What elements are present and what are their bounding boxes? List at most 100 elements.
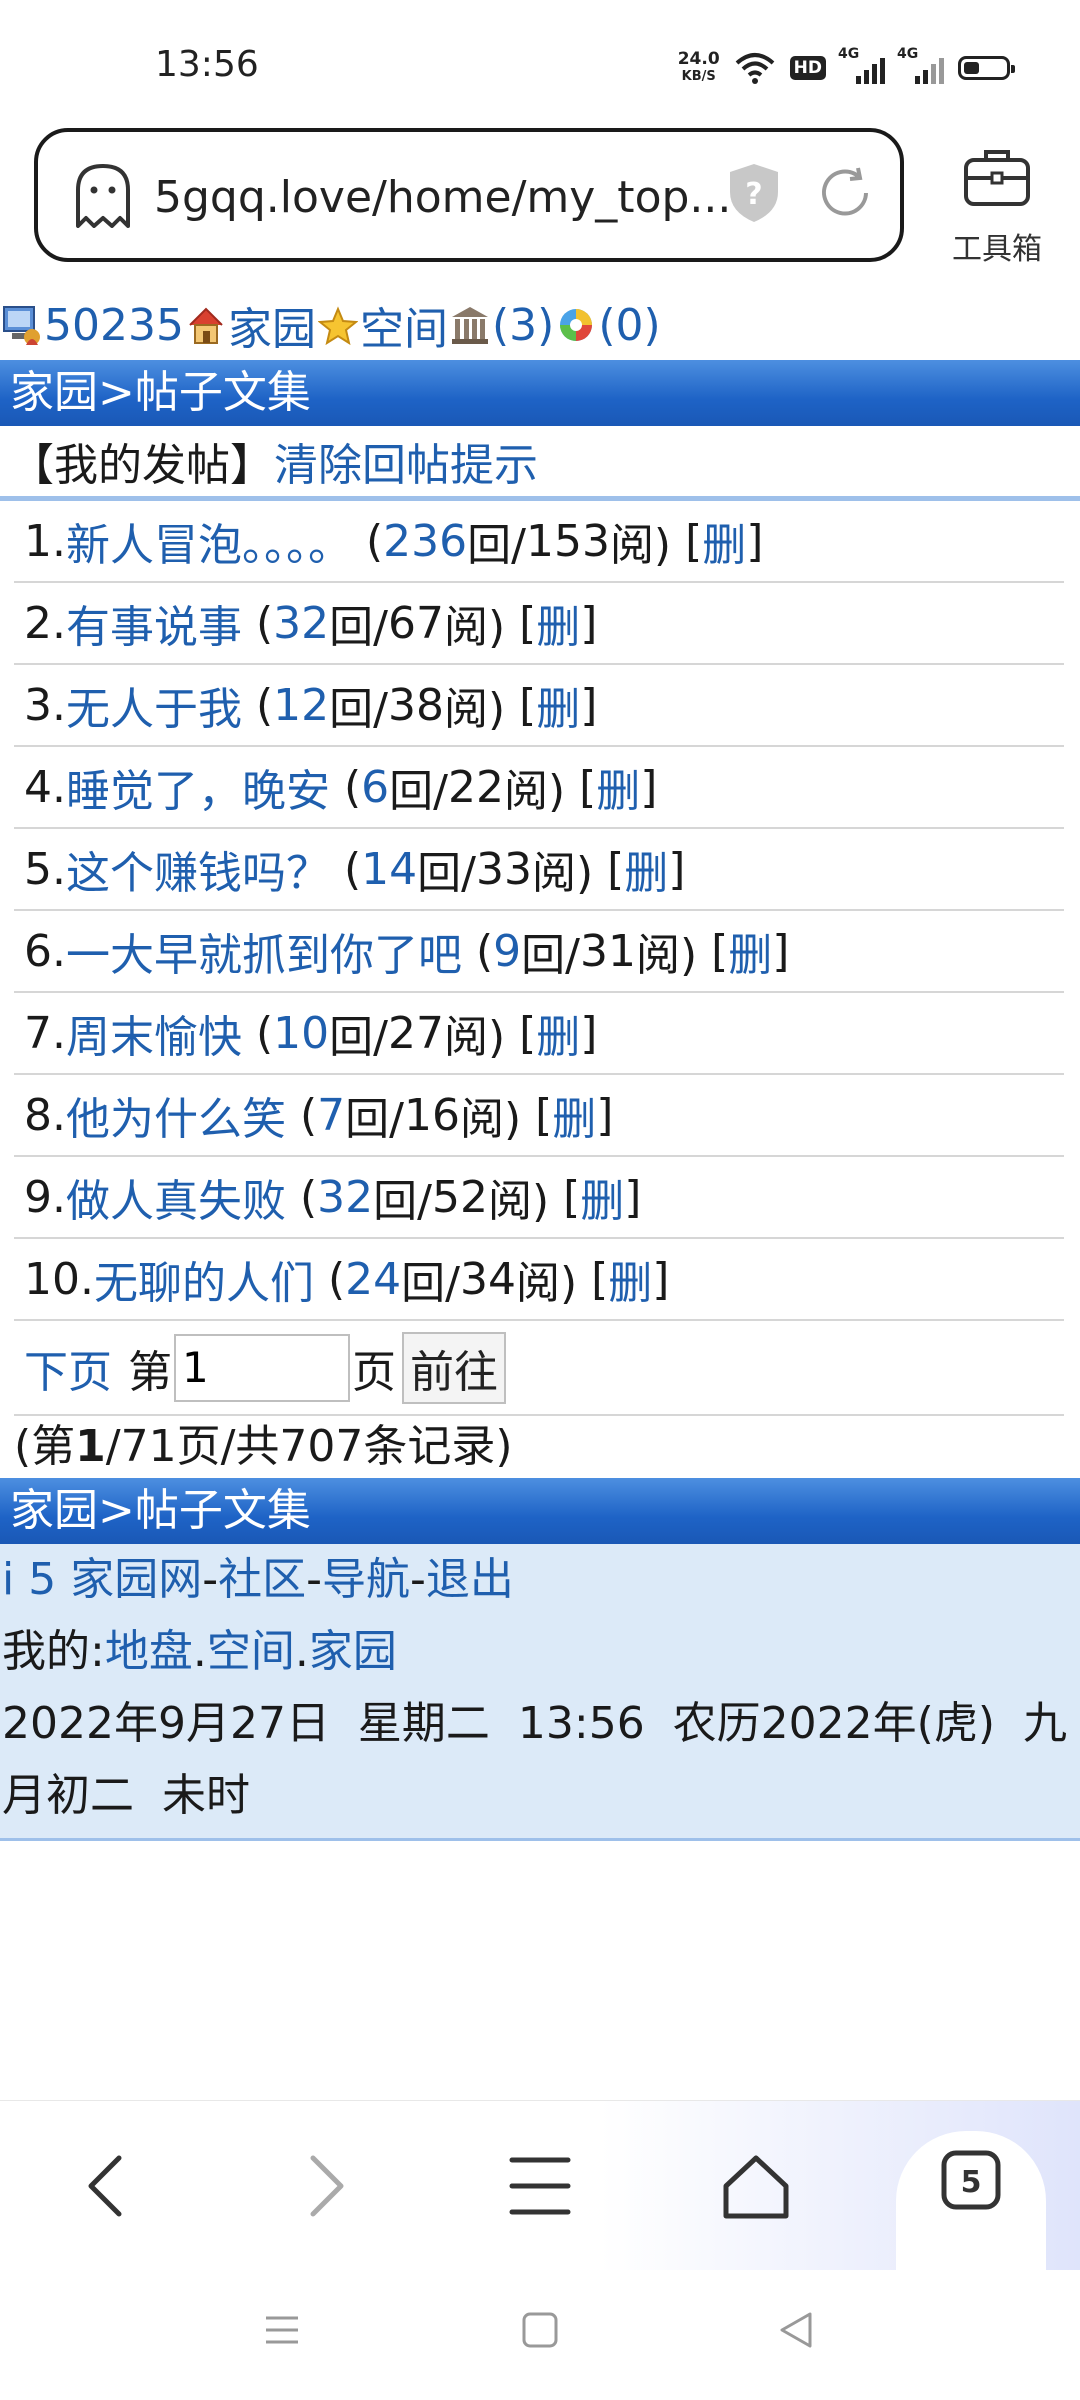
post-views: 38	[387, 679, 444, 731]
post-index: 1.	[24, 515, 66, 567]
delete-post-link[interactable]: 删	[702, 509, 746, 573]
go-button[interactable]: 前往	[402, 1331, 506, 1404]
footer-my: 我的:地盘.空间.家园	[2, 1626, 397, 1677]
recents-icon[interactable]	[262, 2310, 302, 2350]
post-views: 31	[579, 925, 636, 977]
post-title-link[interactable]: 他为什么笑	[66, 1083, 286, 1147]
post-title-link[interactable]: 一大早就抓到你了吧	[66, 919, 462, 983]
post-replies-link[interactable]: 9	[493, 926, 521, 977]
url-text[interactable]: 5gqq.love/home/my_top...	[154, 172, 731, 223]
tabs-icon: 5	[941, 2150, 1001, 2210]
forward-icon[interactable]	[285, 2146, 365, 2226]
star-icon	[317, 306, 358, 346]
site-prefix-link[interactable]: i 5	[2, 1554, 70, 1605]
delete-post-link[interactable]: 删	[552, 1083, 596, 1147]
delete-post-link[interactable]: 删	[580, 1165, 624, 1229]
address-bar[interactable]: 5gqq.love/home/my_top... ?	[34, 128, 904, 262]
bubble-count-link[interactable]: (0)	[598, 300, 660, 351]
tabs-button[interactable]: 5	[896, 2131, 1046, 2271]
delete-post-link[interactable]: 删	[608, 1247, 652, 1311]
post-title-link[interactable]: 无人于我	[66, 673, 242, 737]
replies-suffix: 回/	[329, 1012, 388, 1063]
back-triangle-icon[interactable]	[776, 2310, 816, 2350]
shield-icon[interactable]: ?	[726, 160, 782, 226]
post-row: 10. 无聊的人们 (24 回/34 阅) [删]	[14, 1239, 1064, 1321]
delete-post-link[interactable]: 删	[536, 1001, 580, 1065]
clear-reply-alert-link[interactable]: 清除回帖提示	[274, 429, 538, 493]
my-posts-label: 【我的发帖】	[10, 440, 274, 491]
post-replies-link[interactable]: 236	[383, 516, 467, 567]
home-icon[interactable]	[716, 2146, 796, 2226]
territory-link[interactable]: 地盘	[105, 1626, 193, 1677]
home-link[interactable]: 家园	[228, 293, 316, 357]
status-bar: 13:56 24.0 KB/S HD 4G 4G	[0, 0, 1080, 130]
views-suffix: 阅)	[515, 1258, 578, 1309]
post-title-link[interactable]: 睡觉了，晚安	[66, 755, 330, 819]
views-suffix: 阅)	[443, 684, 506, 735]
svg-text:5: 5	[961, 2165, 982, 2200]
post-replies-link[interactable]: 32	[317, 1172, 373, 1223]
post-replies-link[interactable]: 10	[273, 1008, 329, 1059]
replies-suffix: 回/	[401, 1258, 460, 1309]
views-suffix: 阅)	[443, 1012, 506, 1063]
post-row: 2. 有事说事 (32 回/67 阅) [删]	[14, 583, 1064, 665]
footer-nav: i 5 家园网-社区-导航-退出	[2, 1554, 514, 1605]
post-index: 5.	[24, 843, 66, 895]
post-replies-link[interactable]: 7	[317, 1090, 345, 1141]
my-homeland-link[interactable]: 家园	[309, 1626, 397, 1677]
delete-post-link[interactable]: 删	[728, 919, 772, 983]
svg-text:?: ?	[745, 177, 762, 212]
post-row: 6. 一大早就抓到你了吧 (9 回/31 阅) [删]	[14, 911, 1064, 993]
post-replies-link[interactable]: 6	[361, 762, 389, 813]
delete-post-link[interactable]: 删	[596, 755, 640, 819]
post-title-link[interactable]: 做人真失败	[66, 1165, 286, 1229]
bank-count-link[interactable]: (3)	[492, 300, 554, 351]
post-index: 9.	[24, 1171, 66, 1223]
page-suffix: 页	[352, 1346, 396, 1398]
post-title-link[interactable]: 有事说事	[66, 591, 242, 655]
menu-icon[interactable]	[500, 2146, 580, 2226]
delete-post-link[interactable]: 删	[624, 837, 668, 901]
site-home-link[interactable]: 家园网	[70, 1554, 202, 1605]
views-suffix: 阅)	[609, 520, 672, 571]
post-row: 4. 睡觉了，晚安 (6 回/22 阅) [删]	[14, 747, 1064, 829]
post-replies-link[interactable]: 32	[273, 598, 329, 649]
user-computer-icon	[3, 306, 40, 345]
navigation-link[interactable]: 导航	[322, 1554, 410, 1605]
community-link[interactable]: 社区	[218, 1554, 306, 1605]
post-title-link[interactable]: 这个赚钱吗？	[66, 837, 330, 901]
post-views: 22	[447, 761, 504, 813]
back-icon[interactable]	[67, 2146, 147, 2226]
house-icon	[189, 307, 223, 344]
page-number-input[interactable]	[174, 1333, 350, 1402]
post-title-link[interactable]: 新人冒泡。。。。	[66, 509, 352, 573]
post-title-link[interactable]: 无聊的人们	[94, 1247, 314, 1311]
post-replies-link[interactable]: 14	[361, 844, 417, 895]
space-link[interactable]: 空间	[360, 293, 448, 357]
post-title-link[interactable]: 周末愉快	[66, 1001, 242, 1065]
reload-icon[interactable]	[816, 164, 874, 222]
color-wheel-icon	[560, 309, 593, 341]
home-square-icon[interactable]	[520, 2310, 560, 2350]
toolbox-button[interactable]: 工具箱	[942, 140, 1052, 267]
delete-post-link[interactable]: 删	[536, 673, 580, 737]
replies-suffix: 回/	[417, 848, 476, 899]
views-suffix: 阅)	[503, 766, 566, 817]
footer: i 5 家园网-社区-导航-退出 我的:地盘.空间.家园 2022年9月27日 …	[0, 1544, 1080, 1841]
record-summary: (第1/71页/共707条记录)	[14, 1421, 513, 1472]
post-list: 1. 新人冒泡。。。。 (236 回/153 阅) [删] 2. 有事说事 (32 回/6…	[0, 501, 1080, 1321]
delete-post-link[interactable]: 删	[536, 591, 580, 655]
post-views: 27	[387, 1007, 444, 1059]
datetime-text: 2022年9月27日 星期二 13:56 农历2022年(虎) 九	[2, 1698, 1067, 1749]
views-suffix: 阅)	[487, 1176, 550, 1227]
logout-link[interactable]: 退出	[426, 1554, 514, 1605]
next-page-link[interactable]: 下页	[24, 1336, 112, 1400]
post-replies-link[interactable]: 24	[345, 1254, 401, 1305]
replies-suffix: 回/	[329, 684, 388, 735]
post-replies-link[interactable]: 12	[273, 680, 329, 731]
post-index: 2.	[24, 597, 66, 649]
replies-suffix: 回/	[345, 1094, 404, 1145]
my-space-link[interactable]: 空间	[207, 1626, 295, 1677]
user-id-link[interactable]: 50235	[44, 300, 184, 351]
my-posts-header: 【我的发帖】 清除回帖提示	[0, 426, 1080, 501]
